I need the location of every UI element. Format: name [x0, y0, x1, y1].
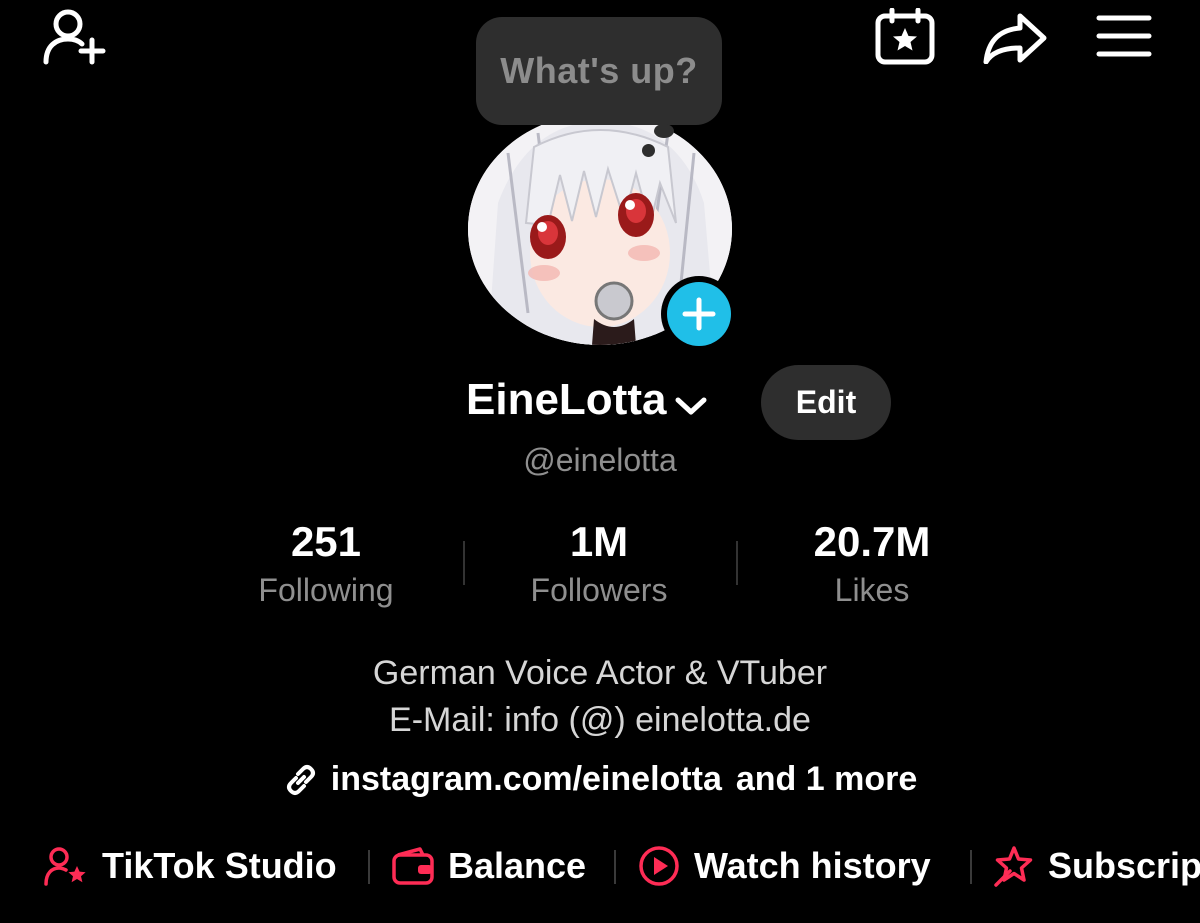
subscription-label: Subscrip: [1048, 845, 1200, 886]
stat-likes[interactable]: 20.7M Likes: [742, 518, 1002, 612]
shortcut-divider: [614, 850, 616, 884]
balance-label: Balance: [448, 845, 587, 886]
display-name-row[interactable]: EineLotta: [466, 372, 708, 428]
add-friend-icon[interactable]: [42, 6, 110, 66]
watch-history-label: Watch history: [694, 845, 931, 886]
edit-profile-label: Edit: [795, 384, 857, 420]
bio-links[interactable]: instagram.com/einelotta and 1 more: [0, 760, 1200, 799]
bio-line-2: E-Mail: info (@) einelotta.de: [389, 701, 811, 739]
username-handle: @einelotta: [523, 442, 677, 478]
share-icon[interactable]: [982, 12, 1048, 64]
bio-line-1: German Voice Actor & VTuber: [372, 654, 828, 692]
add-story-button[interactable]: [661, 276, 737, 352]
status-bubble[interactable]: What's up?: [476, 17, 722, 125]
calendar-star-icon[interactable]: [874, 8, 938, 66]
chevron-down-icon[interactable]: [674, 378, 708, 428]
star-badge-icon: [994, 846, 1033, 887]
display-name: EineLotta: [466, 375, 667, 424]
wallet-icon: [392, 847, 434, 885]
plus-icon: [667, 282, 731, 346]
edit-profile-button[interactable]: Edit: [761, 365, 891, 440]
shortcut-divider: [368, 850, 370, 884]
stat-likes-label: Likes: [834, 572, 910, 608]
bubble-tail-large: [654, 124, 674, 138]
status-bubble-text: What's up?: [500, 50, 698, 91]
person-star-icon: [44, 847, 86, 886]
shortcut-divider: [970, 850, 972, 884]
more-links[interactable]: and 1 more: [736, 760, 917, 799]
stat-following-value: 251: [290, 518, 362, 565]
stat-likes-value: 20.7M: [813, 518, 931, 565]
stat-divider: [736, 541, 738, 585]
tiktok-studio-shortcut[interactable]: TikTok Studio: [44, 838, 337, 894]
bubble-tail-small: [642, 144, 655, 157]
stat-divider: [463, 541, 465, 585]
stat-following-label: Following: [258, 572, 394, 608]
watch-history-shortcut[interactable]: Watch history: [638, 838, 931, 894]
stat-followers[interactable]: 1M Followers: [469, 518, 729, 612]
menu-icon[interactable]: [1096, 14, 1152, 58]
tiktok-studio-label: TikTok Studio: [102, 845, 337, 886]
profile-shortcuts: TikTok Studio Balance Watch history Subs…: [0, 838, 1200, 894]
instagram-link[interactable]: instagram.com/einelotta: [331, 760, 722, 799]
stat-followers-value: 1M: [569, 518, 629, 565]
subscription-shortcut[interactable]: Subscrip: [992, 838, 1200, 894]
stat-following[interactable]: 251 Following: [196, 518, 456, 612]
stat-followers-label: Followers: [530, 572, 668, 608]
balance-shortcut[interactable]: Balance: [392, 838, 586, 894]
link-icon: [283, 762, 319, 798]
play-circle-icon: [639, 846, 679, 886]
